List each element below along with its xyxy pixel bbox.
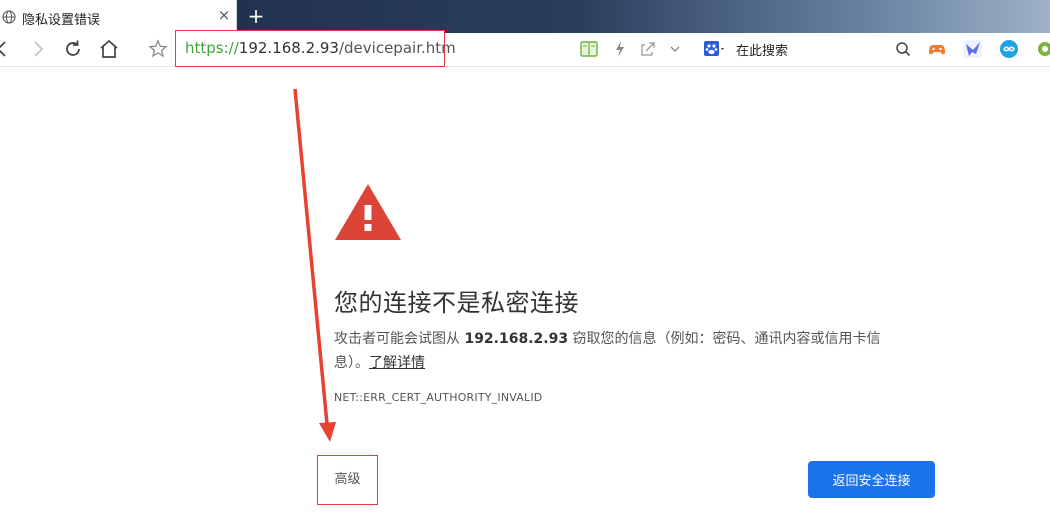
- gamepad-icon[interactable]: [925, 37, 949, 61]
- browser-toolbar: 在此搜索: [0, 33, 1050, 67]
- share-icon[interactable]: [636, 37, 660, 61]
- description-text: 攻击者可能会试图从 192.168.2.93 窃取您的信息（例如：密码、通讯内容…: [334, 331, 881, 371]
- lightning-icon[interactable]: [608, 37, 632, 61]
- star-icon[interactable]: [146, 37, 170, 61]
- loop-icon[interactable]: [997, 37, 1021, 61]
- tab-close-icon[interactable]: ×: [216, 7, 232, 23]
- search-icon[interactable]: [891, 37, 915, 61]
- paw-search-engine-icon[interactable]: [700, 37, 724, 61]
- page-heading: 您的连接不是私密连接: [334, 289, 579, 317]
- error-code: NET::ERR_CERT_AUTHORITY_INVALID: [334, 391, 543, 404]
- bird-icon[interactable]: [961, 37, 985, 61]
- address-bar[interactable]: https://192.168.2.93/devicepair.htm: [175, 30, 456, 67]
- home-icon[interactable]: [97, 37, 121, 61]
- annotation-arrow: [293, 88, 336, 442]
- back-to-safety-button[interactable]: 返回安全连接: [808, 461, 935, 498]
- advanced-button[interactable]: 高级: [317, 455, 378, 505]
- forward-icon[interactable]: [26, 37, 50, 61]
- back-icon[interactable]: [0, 37, 14, 61]
- search-input[interactable]: 在此搜索: [736, 40, 788, 59]
- reader-icon[interactable]: [577, 37, 601, 61]
- host-name: 192.168.2.93: [464, 331, 569, 347]
- reload-icon[interactable]: [61, 37, 85, 61]
- new-tab-button[interactable]: +: [246, 5, 266, 27]
- tab-title: 隐私设置错误: [22, 13, 101, 28]
- learn-more-link[interactable]: 了解详情: [369, 355, 425, 371]
- tab-strip: 隐私设置错误 × +: [0, 0, 1050, 33]
- active-tab[interactable]: 隐私设置错误 ×: [0, 0, 237, 33]
- warning-icon: [335, 184, 401, 240]
- url-text: https://192.168.2.93/devicepair.htm: [185, 39, 456, 57]
- gear-icon[interactable]: [1033, 37, 1050, 61]
- dropdown-chevron-icon[interactable]: [663, 37, 687, 61]
- globe-icon: [2, 10, 16, 24]
